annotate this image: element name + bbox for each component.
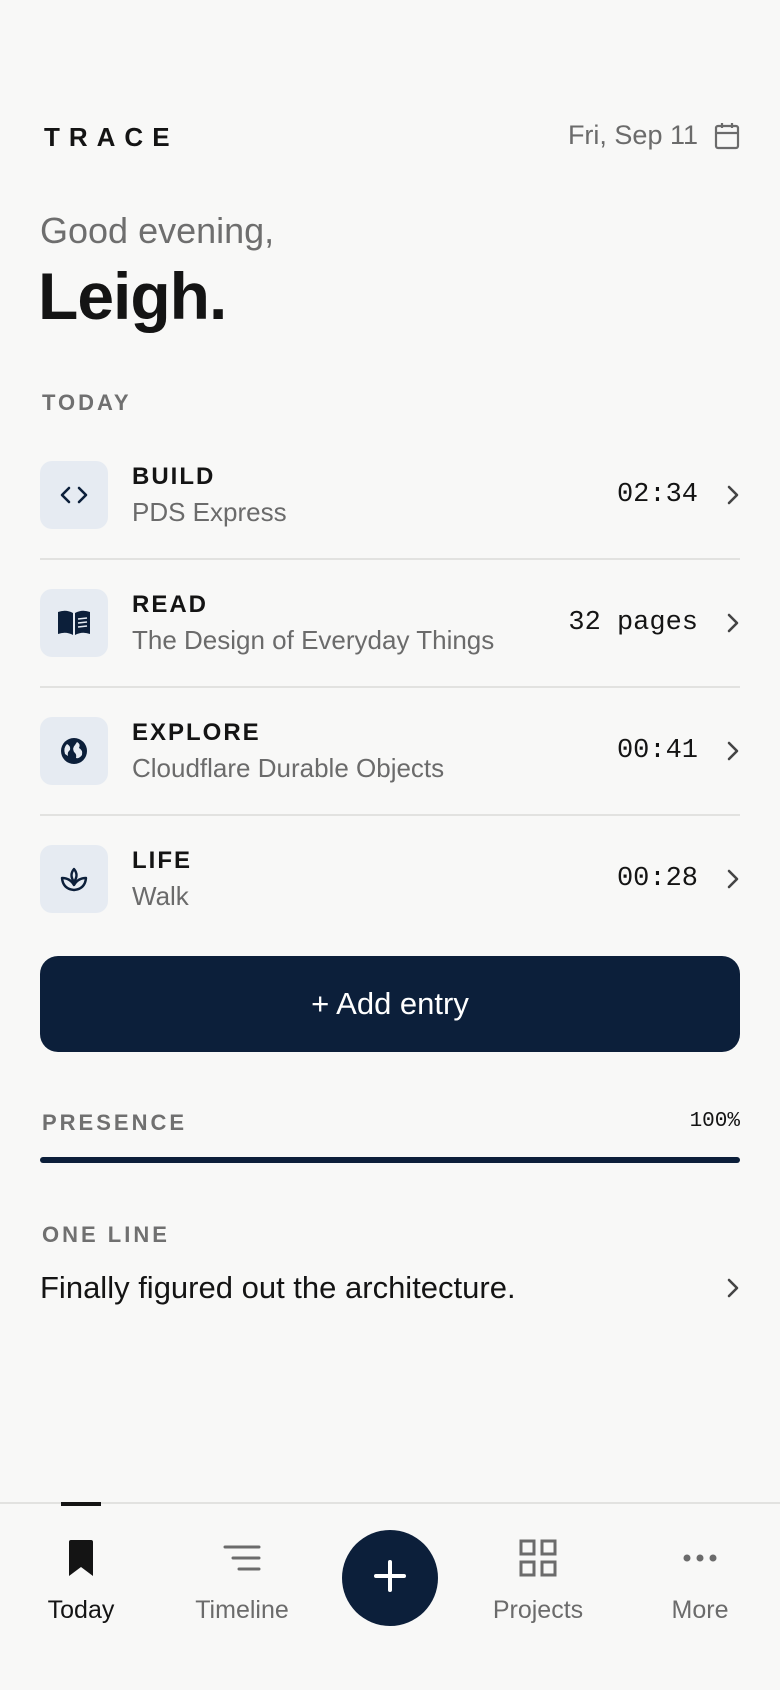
- entry-row-build[interactable]: BUILD PDS Express 02:34: [40, 432, 740, 560]
- nav-label: Projects: [492, 1596, 584, 1624]
- entry-title: PDS Express: [132, 496, 287, 527]
- presence-progress-bar: [40, 1157, 740, 1163]
- nav-label: Today: [47, 1596, 115, 1624]
- greeting-text: Good evening,: [40, 210, 275, 251]
- today-section-label: TODAY: [42, 390, 132, 415]
- one-line-text: Finally figured out the architecture.: [40, 1270, 516, 1305]
- add-entry-button[interactable]: + Add entry: [40, 956, 740, 1052]
- one-line-label: ONE LINE: [42, 1222, 170, 1247]
- entry-text: READ The Design of Everyday Things: [132, 591, 568, 656]
- chevron-right-icon: [726, 740, 740, 762]
- entry-row-read[interactable]: READ The Design of Everyday Things 32 pa…: [40, 560, 740, 688]
- chevron-right-icon: [726, 484, 740, 506]
- entry-row-life[interactable]: LIFE Walk 00:28: [40, 816, 740, 942]
- bookmark-icon: [66, 1534, 96, 1582]
- entry-row-explore[interactable]: EXPLORE Cloudflare Durable Objects 00:41: [40, 688, 740, 816]
- add-fab-button[interactable]: [342, 1530, 438, 1626]
- sprout-icon: [40, 845, 108, 913]
- one-line-row[interactable]: Finally figured out the architecture.: [40, 1270, 740, 1306]
- entry-value: 02:34: [616, 480, 698, 510]
- chevron-right-icon: [726, 1277, 740, 1299]
- timeline-icon: [223, 1534, 261, 1582]
- entry-category: LIFE: [132, 846, 192, 874]
- bottom-nav: Today Timeline Projects More: [0, 1502, 780, 1690]
- entry-title: The Design of Everyday Things: [132, 624, 495, 655]
- chevron-right-icon: [726, 868, 740, 890]
- entry-value: 32 pages: [568, 608, 698, 638]
- more-dots-icon: [683, 1534, 717, 1582]
- entry-text: EXPLORE Cloudflare Durable Objects: [132, 719, 617, 784]
- app-screen: TRACE Fri, Sep 11 Good evening, Leigh. T…: [0, 0, 780, 1690]
- entry-value: 00:28: [616, 864, 698, 894]
- entry-category: BUILD: [132, 462, 216, 490]
- grid-icon: [519, 1534, 557, 1582]
- nav-tab-more[interactable]: More: [630, 1534, 770, 1625]
- nav-tab-today[interactable]: Today: [11, 1534, 151, 1625]
- entry-title: Walk: [132, 880, 189, 911]
- brand-logo: TRACE: [44, 122, 179, 152]
- current-date: Fri, Sep 11: [567, 120, 698, 150]
- nav-label: Timeline: [195, 1596, 289, 1624]
- entry-text: BUILD PDS Express: [132, 463, 617, 528]
- active-tab-indicator: [61, 1502, 101, 1506]
- date-picker[interactable]: Fri, Sep 11: [568, 120, 740, 151]
- entry-value: 00:41: [616, 736, 698, 766]
- entry-text: LIFE Walk: [132, 847, 617, 912]
- presence-label: PRESENCE: [42, 1110, 188, 1135]
- chevron-right-icon: [726, 612, 740, 634]
- calendar-icon: [714, 122, 740, 150]
- nav-tab-timeline[interactable]: Timeline: [172, 1534, 312, 1625]
- entry-category: READ: [132, 590, 209, 618]
- entry-category: EXPLORE: [132, 718, 261, 746]
- nav-label: More: [671, 1596, 729, 1624]
- globe-icon: [40, 717, 108, 785]
- entry-title: Cloudflare Durable Objects: [132, 752, 445, 783]
- code-icon: [40, 461, 108, 529]
- plus-icon: [373, 1559, 407, 1598]
- nav-tab-projects[interactable]: Projects: [468, 1534, 608, 1625]
- today-entries-list: BUILD PDS Express 02:34 READ The Design …: [40, 432, 740, 942]
- presence-value: 100%: [689, 1110, 740, 1133]
- book-icon: [40, 589, 108, 657]
- user-name: Leigh.: [38, 259, 227, 333]
- presence-progress-fill: [40, 1157, 740, 1163]
